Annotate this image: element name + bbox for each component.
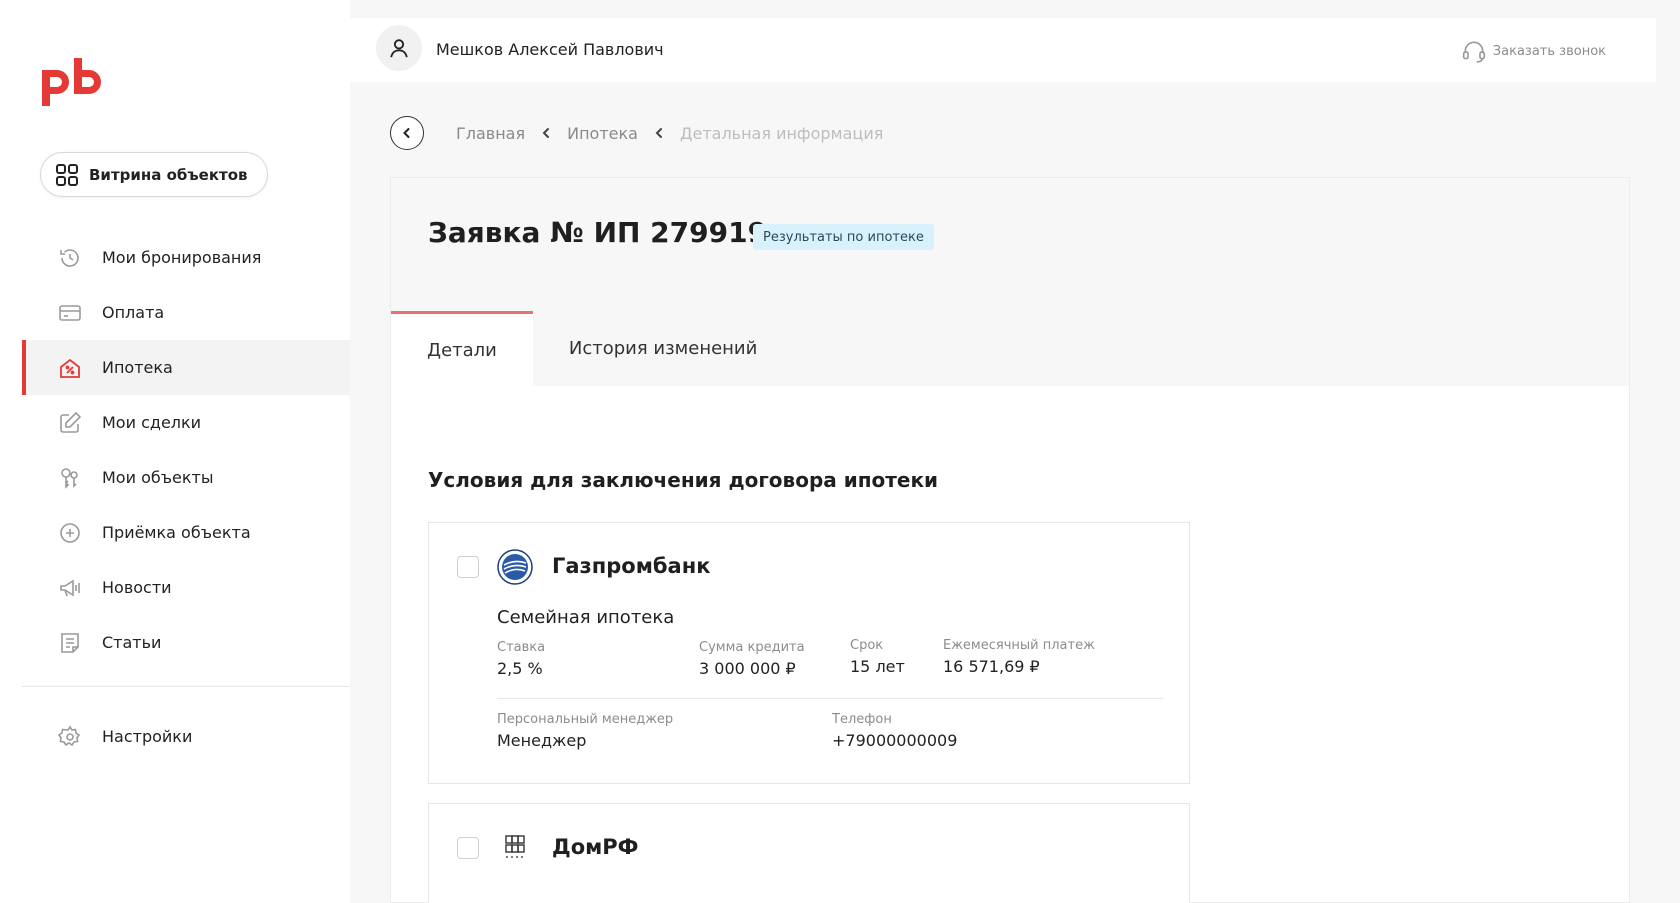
edit-icon <box>58 411 82 435</box>
rate-label: Ставка <box>497 640 546 655</box>
sidebar-item-settings[interactable]: Настройки <box>22 709 350 764</box>
tab-history[interactable]: История изменений <box>533 311 793 386</box>
sidebar-item-payment[interactable]: Оплата <box>22 285 350 340</box>
history-icon <box>58 246 82 270</box>
pb-logo[interactable] <box>38 56 108 108</box>
domrf-logo-icon <box>505 835 525 858</box>
sidebar-item-label: Новости <box>102 578 172 597</box>
page-title: Заявка № ИП 279919 <box>428 216 768 249</box>
application-card: Заявка № ИП 279919 Результаты по ипотеке… <box>390 177 1630 903</box>
payment-value: 16 571,69 ₽ <box>943 657 1040 676</box>
offer-checkbox[interactable] <box>457 837 479 859</box>
breadcrumb: Главная Ипотека Детальная информация <box>390 116 883 150</box>
amount-field: Сумма кредита 3 000 000 ₽ <box>699 640 805 678</box>
breadcrumb-home[interactable]: Главная <box>456 124 525 143</box>
keys-icon <box>58 466 82 490</box>
main-area: Мешков Алексей Павлович Заказать звонок … <box>350 0 1680 903</box>
manager-label: Персональный менеджер <box>497 712 674 727</box>
amount-value: 3 000 000 ₽ <box>699 659 796 678</box>
back-button[interactable] <box>390 116 424 150</box>
term-label: Срок <box>850 638 884 653</box>
sidebar: Витрина объектов Мои бронирования Оплата… <box>0 0 350 903</box>
sidebar-nav: Мои бронирования Оплата Ипотека Мои сдел… <box>22 230 350 670</box>
status-badge: Результаты по ипотеке <box>753 224 934 250</box>
headset-icon <box>1462 41 1485 63</box>
tab-details[interactable]: Детали <box>391 311 533 386</box>
tabs: Детали История изменений <box>391 311 793 386</box>
megaphone-icon <box>58 576 82 600</box>
phone-value: +79000000009 <box>832 731 958 750</box>
article-icon <box>58 631 82 655</box>
sidebar-item-objects[interactable]: Мои объекты <box>22 450 350 505</box>
sidebar-item-mortgage[interactable]: Ипотека <box>22 340 350 395</box>
gazprombank-logo-icon <box>497 549 533 585</box>
showcase-button[interactable]: Витрина объектов <box>40 152 268 197</box>
user-icon <box>390 39 408 58</box>
sidebar-item-label: Приёмка объекта <box>102 523 251 542</box>
section-title: Условия для заключения договора ипотеки <box>428 468 939 492</box>
chevron-left-icon <box>541 127 551 139</box>
application-header: Заявка № ИП 279919 Результаты по ипотеке… <box>391 178 1629 386</box>
grid-icon <box>56 163 78 186</box>
manager-field: Персональный менеджер Менеджер <box>497 712 673 750</box>
rate-value: 2,5 % <box>497 659 543 678</box>
offer-card: ДомРФ <box>428 803 1190 903</box>
user-name: Мешков Алексей Павлович <box>436 40 664 59</box>
chevron-left-icon <box>403 128 410 138</box>
card-icon <box>58 301 82 325</box>
sidebar-settings-group: Настройки <box>22 709 350 764</box>
avatar[interactable] <box>376 25 422 71</box>
offer-card: Газпромбанк Семейная ипотека Ставка 2,5 … <box>428 522 1190 784</box>
payment-label: Ежемесячный платеж <box>943 638 1095 653</box>
term-field: Срок 15 лет <box>850 638 905 676</box>
offer-divider <box>497 698 1163 699</box>
term-value: 15 лет <box>850 657 905 676</box>
callback-label: Заказать звонок <box>1492 43 1606 59</box>
phone-label: Телефон <box>832 712 892 727</box>
gear-icon <box>58 725 82 749</box>
sidebar-item-label: Мои сделки <box>102 413 202 432</box>
sidebar-item-label: Мои бронирования <box>102 248 262 267</box>
offer-checkbox[interactable] <box>457 556 479 578</box>
callback-button[interactable]: Заказать звонок <box>1461 38 1606 64</box>
chevron-left-icon <box>654 127 664 139</box>
mortgage-program: Семейная ипотека <box>497 607 675 628</box>
sidebar-divider <box>22 686 350 687</box>
sidebar-item-acceptance[interactable]: Приёмка объекта <box>22 505 350 560</box>
sidebar-item-news[interactable]: Новости <box>22 560 350 615</box>
house-percent-icon <box>58 356 82 380</box>
sidebar-item-label: Статьи <box>102 633 162 652</box>
sidebar-item-label: Оплата <box>102 303 165 322</box>
plus-circle-icon <box>58 521 82 545</box>
sidebar-item-label: Мои объекты <box>102 468 214 487</box>
sidebar-item-deals[interactable]: Мои сделки <box>22 395 350 450</box>
sidebar-item-label: Настройки <box>102 727 193 746</box>
bank-name: ДомРФ <box>552 835 639 859</box>
topbar: Мешков Алексей Павлович Заказать звонок <box>350 18 1656 82</box>
manager-value: Менеджер <box>497 731 587 750</box>
payment-field: Ежемесячный платеж 16 571,69 ₽ <box>943 638 1095 676</box>
amount-label: Сумма кредита <box>699 640 805 655</box>
sidebar-item-label: Ипотека <box>102 358 173 377</box>
sidebar-item-articles[interactable]: Статьи <box>22 615 350 670</box>
rate-field: Ставка 2,5 % <box>497 640 545 678</box>
showcase-button-label: Витрина объектов <box>89 165 248 184</box>
breadcrumb-current: Детальная информация <box>679 123 884 143</box>
breadcrumb-mortgage[interactable]: Ипотека <box>567 124 638 143</box>
bank-name: Газпромбанк <box>552 554 711 578</box>
sidebar-item-bookings[interactable]: Мои бронирования <box>22 230 350 285</box>
phone-field: Телефон +79000000009 <box>832 712 957 750</box>
